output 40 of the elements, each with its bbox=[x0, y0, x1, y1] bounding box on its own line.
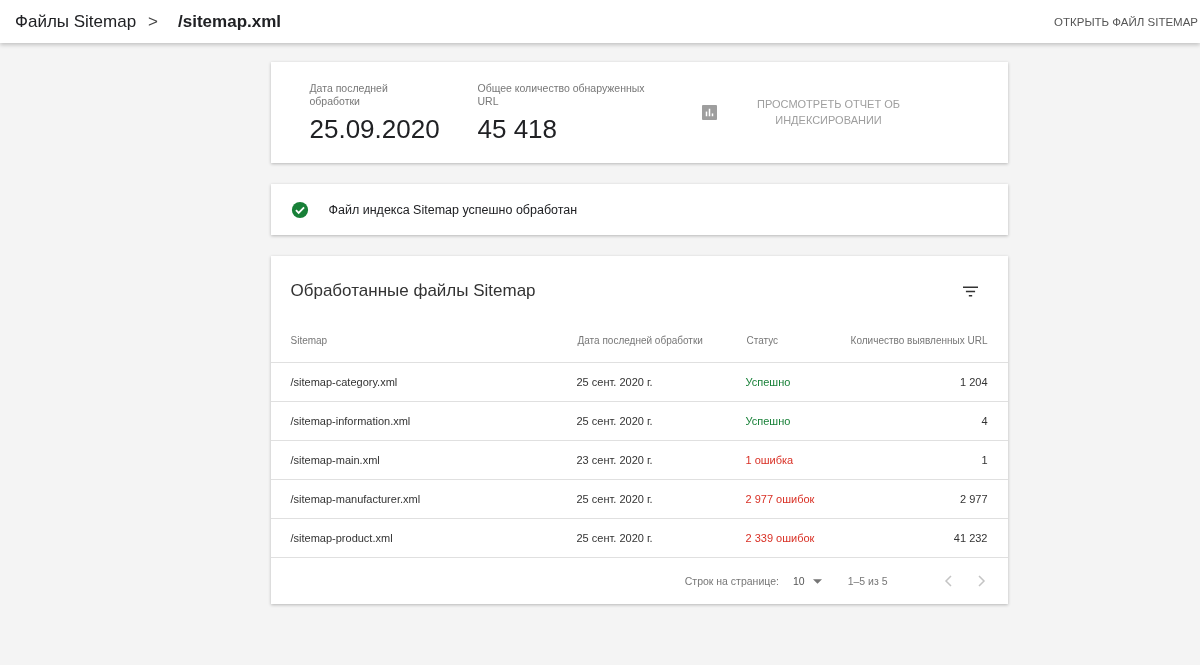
table-cell: /sitemap-category.xml bbox=[270, 362, 577, 402]
column-header: Sitemap bbox=[270, 318, 577, 363]
column-header: Количество выявленных URL bbox=[825, 318, 1008, 363]
filter-icon[interactable] bbox=[962, 285, 978, 297]
table-cell: /sitemap-product.xml bbox=[270, 518, 577, 558]
stat-value: 45 418 bbox=[477, 114, 559, 145]
stat-label: Дата последней обработки bbox=[309, 82, 389, 108]
table-cell: 25 сент. 2020 г. bbox=[576, 401, 746, 441]
status-cell: Успешно bbox=[745, 401, 826, 441]
breadcrumb-separator: > bbox=[148, 11, 159, 32]
table-cell: 41 232 bbox=[825, 518, 1008, 558]
open-sitemap-button[interactable]: ОТКРЫТЬ ФАЙЛ SITEMAP bbox=[1054, 15, 1200, 28]
table-cell: 2 977 bbox=[825, 479, 1008, 519]
table-cell: 1 204 bbox=[825, 362, 1008, 402]
status-cell: 1 ошибка bbox=[745, 440, 826, 480]
caret-icon bbox=[812, 578, 822, 584]
stat-value: 25.09.2020 bbox=[309, 114, 441, 145]
table-cell: /sitemap-main.xml bbox=[270, 440, 577, 480]
stat-label: Общее количество обнаруженных URL bbox=[477, 82, 646, 108]
column-header: Статус bbox=[745, 318, 826, 363]
rows-per-page-select[interactable]: 10 bbox=[792, 575, 822, 587]
table-cell: 25 сент. 2020 г. bbox=[576, 362, 746, 402]
table-cell: 1 bbox=[825, 440, 1008, 480]
breadcrumb-link[interactable]: Файлы Sitemap bbox=[15, 11, 137, 32]
page-title: /sitemap.xml bbox=[178, 11, 282, 32]
status-message: Файл индекса Sitemap успешно обработан bbox=[328, 202, 578, 217]
table-title: Обработанные файлы Sitemap bbox=[290, 281, 536, 301]
table-cell: 23 сент. 2020 г. bbox=[576, 440, 746, 480]
status-cell: 2 977 ошибок bbox=[745, 479, 826, 519]
column-header: Дата последней обработки bbox=[576, 318, 746, 363]
table-cell: /sitemap-information.xml bbox=[270, 401, 577, 441]
status-cell: 2 339 ошибок bbox=[745, 518, 826, 558]
table-cell: 25 сент. 2020 г. bbox=[576, 518, 746, 558]
table-cell: 25 сент. 2020 г. bbox=[576, 479, 746, 519]
rows-per-page-label: Строк на странице: bbox=[684, 575, 779, 587]
table-cell: /sitemap-manufacturer.xml bbox=[270, 479, 577, 519]
bar-chart-icon bbox=[701, 105, 717, 120]
status-cell: Успешно bbox=[745, 362, 826, 402]
table-cell: 4 bbox=[825, 401, 1008, 441]
page-range: 1–5 из 5 bbox=[847, 575, 888, 587]
